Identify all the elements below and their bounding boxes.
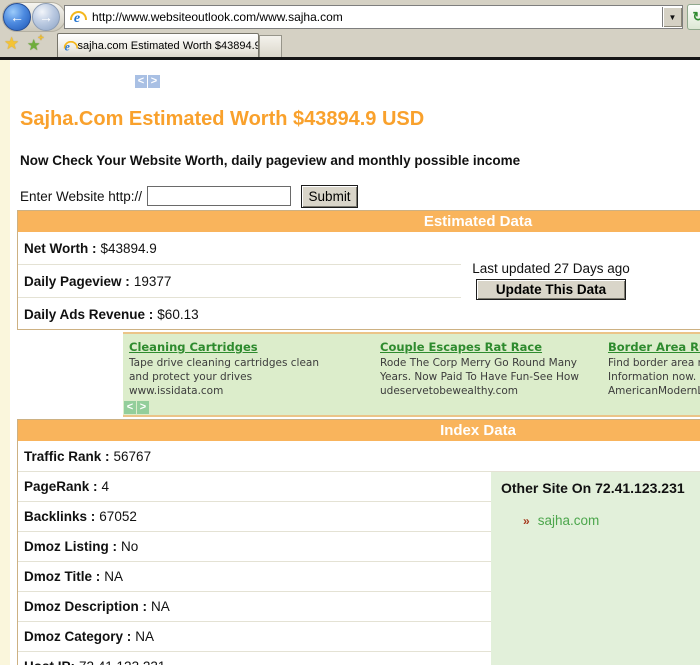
submit-button[interactable]: Submit xyxy=(301,185,358,208)
ie-page-icon: e xyxy=(69,9,85,25)
row-value: No xyxy=(121,539,138,554)
browser-chrome: ← → ▼ e http://www.websiteoutlook.com/ww… xyxy=(0,0,700,57)
favorites-button[interactable]: ★ xyxy=(4,34,19,54)
row-value: 67052 xyxy=(99,509,137,524)
plus-icon: + xyxy=(38,33,44,44)
back-icon: ← xyxy=(10,10,24,24)
bullet-icon: » xyxy=(523,515,530,527)
row-value: $60.13 xyxy=(157,307,198,322)
row-value: 72.41.123.231 xyxy=(79,659,165,665)
row-label: Dmoz Category : xyxy=(24,629,131,644)
tab-title: sajha.com Estimated Worth $43894.9 USD b… xyxy=(78,40,258,52)
url-text[interactable]: http://www.websiteoutlook.com/www.sajha.… xyxy=(92,10,662,24)
row-label: Traffic Rank : xyxy=(24,449,110,464)
ad-pager-bottom: < > xyxy=(124,401,150,414)
forward-icon: → xyxy=(39,10,53,24)
other-sites-panel: Other Site On 72.41.123.231 » sajha.com xyxy=(491,472,700,665)
row-value: 19377 xyxy=(134,274,172,289)
row-label: Daily Pageview : xyxy=(24,274,130,289)
row-value: $43894.9 xyxy=(101,241,157,256)
table-row: Daily Pageview : 19377 xyxy=(18,265,461,298)
row-value: NA xyxy=(104,569,123,584)
row-value: 56767 xyxy=(114,449,152,464)
address-bar[interactable]: e http://www.websiteoutlook.com/www.sajh… xyxy=(64,5,683,29)
ad-link[interactable]: Couple Escapes Rat Race xyxy=(380,340,602,354)
table-row: Dmoz Title : NA xyxy=(18,562,491,592)
ad-display-url: AmericanModernLiv xyxy=(608,384,700,398)
left-margin-strip xyxy=(0,60,10,665)
ad-link[interactable]: Cleaning Cartridges xyxy=(129,340,374,354)
table-row: Traffic Rank : 56767 xyxy=(18,441,700,472)
ad-description: Information now. xyxy=(608,370,700,384)
ad-display-url: udeservetobewealthy.com xyxy=(380,384,602,398)
chevron-down-icon: ▼ xyxy=(669,13,677,22)
row-value: NA xyxy=(151,599,170,614)
row-label: Dmoz Title : xyxy=(24,569,100,584)
refresh-button[interactable]: ↻ xyxy=(687,4,700,30)
prev-arrow-button[interactable]: < xyxy=(124,401,136,414)
other-sites-title: Other Site On 72.41.123.231 xyxy=(501,480,700,496)
table-row: Net Worth : $43894.9 xyxy=(18,232,461,265)
row-value: NA xyxy=(135,629,154,644)
table-row: Dmoz Listing : No xyxy=(18,532,491,562)
row-label: Dmoz Description : xyxy=(24,599,147,614)
ad-item: Cleaning Cartridges Tape drive cleaning … xyxy=(123,334,374,415)
row-label: Daily Ads Revenue : xyxy=(24,307,153,322)
ad-pager-top: < > xyxy=(135,75,161,88)
estimated-data-table: Estimated Data Net Worth : $43894.9 Dail… xyxy=(17,210,700,330)
ad-description: Rode The Corp Merry Go Round Many xyxy=(380,356,602,370)
browser-tab[interactable]: e sajha.com Estimated Worth $43894.9 USD… xyxy=(57,33,259,59)
row-label: Backlinks : xyxy=(24,509,95,524)
page-content: < > Sajha.Com Estimated Worth $43894.9 U… xyxy=(0,60,700,665)
row-label: Dmoz Listing : xyxy=(24,539,117,554)
ad-description: Tape drive cleaning cartridges clean xyxy=(129,356,374,370)
next-arrow-button[interactable]: > xyxy=(137,401,149,414)
ie-tab-icon: e xyxy=(63,39,72,53)
row-label: Host IP: xyxy=(24,659,75,665)
list-item: » sajha.com xyxy=(501,513,700,528)
ad-item: Couple Escapes Rat Race Rode The Corp Me… xyxy=(374,334,602,415)
page-title: Sajha.Com Estimated Worth $43894.9 USD xyxy=(20,108,424,131)
table-row: Dmoz Category : NA xyxy=(18,622,491,652)
row-value: 4 xyxy=(102,479,110,494)
star-icon: ★ xyxy=(4,34,19,53)
table-row: Daily Ads Revenue : $60.13 xyxy=(18,298,461,330)
table-row: PageRank : 4 xyxy=(18,472,491,502)
forward-button[interactable]: → xyxy=(32,3,60,31)
prev-arrow-button[interactable]: < xyxy=(135,75,147,88)
page-subtitle: Now Check Your Website Worth, daily page… xyxy=(20,153,520,168)
update-data-button[interactable]: Update This Data xyxy=(476,279,626,300)
url-dropdown-button[interactable]: ▼ xyxy=(662,7,682,27)
estimated-data-header: Estimated Data xyxy=(18,211,700,232)
other-site-link[interactable]: sajha.com xyxy=(538,513,600,528)
ads-strip: Cleaning Cartridges Tape drive cleaning … xyxy=(123,332,700,417)
ad-description: Years. Now Paid To Have Fun-See How xyxy=(380,370,602,384)
index-data-header: Index Data xyxy=(18,420,700,441)
next-arrow-button[interactable]: > xyxy=(148,75,160,88)
ad-link[interactable]: Border Area Rug xyxy=(608,340,700,354)
back-button[interactable]: ← xyxy=(3,3,31,31)
index-data-table: Index Data Traffic Rank : 56767 PageRank… xyxy=(17,419,700,665)
last-updated-text: Last updated 27 Days ago xyxy=(472,261,630,276)
website-input[interactable] xyxy=(147,186,291,206)
ad-item: Border Area Rug Find border area ru Info… xyxy=(602,334,700,415)
refresh-icon: ↻ xyxy=(693,9,700,25)
table-row: Host IP: 72.41.123.231 xyxy=(18,652,491,665)
website-lookup-form: Enter Website http:// Submit xyxy=(20,183,358,209)
row-label: Net Worth : xyxy=(24,241,97,256)
website-input-label: Enter Website http:// xyxy=(20,189,142,204)
ad-description: Find border area ru xyxy=(608,356,700,370)
table-row: Backlinks : 67052 xyxy=(18,502,491,532)
ad-description: and protect your drives xyxy=(129,370,374,384)
ad-display-url: www.issidata.com xyxy=(129,384,374,398)
row-label: PageRank : xyxy=(24,479,98,494)
table-row: Dmoz Description : NA xyxy=(18,592,491,622)
new-tab-stub[interactable] xyxy=(259,35,282,59)
